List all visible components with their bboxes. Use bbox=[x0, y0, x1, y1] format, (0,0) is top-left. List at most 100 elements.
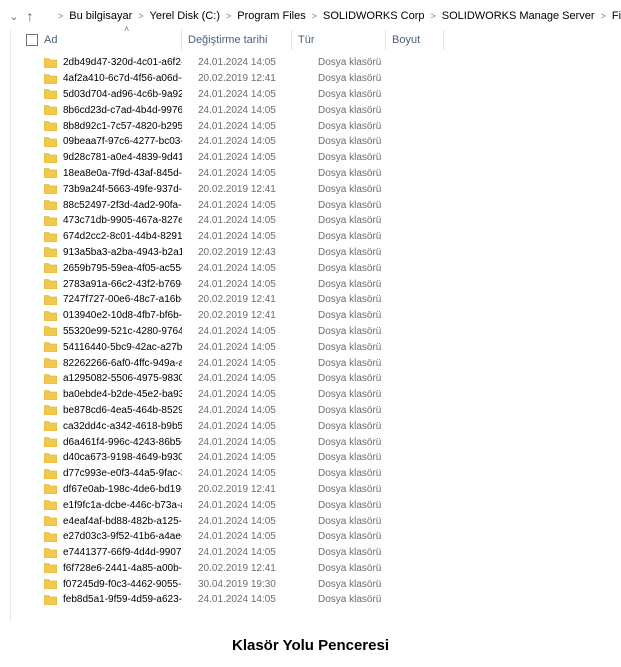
list-item[interactable]: e27d03c3-9f52-41b6-a4ae-c08ef0ee4e28 24.0… bbox=[14, 529, 514, 545]
list-item[interactable]: 5d03d704-ad96-4c6b-9a92-28609c09d... 24.0… bbox=[14, 87, 514, 103]
breadcrumb-item[interactable]: Fileserver bbox=[612, 10, 621, 22]
list-item[interactable]: ba0ebde4-b2de-45e2-ba93-9a5432fee... 24.0… bbox=[14, 387, 514, 403]
list-item[interactable]: 473c71db-9905-467a-827e-bf97168bc7... 24.… bbox=[14, 213, 514, 229]
list-item-type: Dosya klasörü bbox=[318, 468, 382, 480]
list-item-type: Dosya klasörü bbox=[318, 499, 382, 511]
breadcrumb-separator[interactable]: > bbox=[58, 11, 63, 21]
list-item-name: f07245d9-f0c3-4462-9055-3829fcbb19cf bbox=[14, 579, 182, 590]
folder-icon bbox=[44, 547, 57, 558]
caption: Klasör Yolu Penceresi bbox=[231, 637, 390, 654]
list-item-name-label: ca32dd4c-a342-4618-b9b5-e1bd3b51b... bbox=[63, 420, 182, 432]
list-item[interactable]: 55320e99-521c-4280-9764-9df977da20... 24.… bbox=[14, 324, 514, 340]
list-item-name: 2783a91a-66c2-43f2-b769-25d87898ae... bbox=[14, 279, 182, 290]
list-item-name: 8b6cd23d-c7ad-4b4d-9976-feee1f38a3... bbox=[14, 105, 182, 116]
folder-icon bbox=[44, 168, 57, 179]
list-item[interactable]: a1295082-5506-4975-9830-131b0b0afa... 24.… bbox=[14, 371, 514, 387]
breadcrumb-item[interactable]: Program Files bbox=[237, 10, 305, 22]
list-item-date: 24.01.2024 14:05 bbox=[198, 436, 276, 448]
breadcrumb-item[interactable]: SOLIDWORKS Manage Server bbox=[442, 10, 595, 22]
list-item[interactable]: d40ca673-9198-4649-b930-98eb51402... 24.0… bbox=[14, 450, 514, 466]
list-item-name-label: 2659b795-59ea-4f05-ac55-a4ebd8bfdfc2 bbox=[63, 262, 182, 274]
breadcrumb-separator[interactable]: > bbox=[601, 11, 606, 21]
list-item[interactable]: 2783a91a-66c2-43f2-b769-25d87898ae... 24.… bbox=[14, 276, 514, 292]
list-item-date: 24.01.2024 14:05 bbox=[198, 215, 276, 227]
list-item[interactable]: f6f728e6-2441-4a85-a00b-d83f67c7d84a 20.0… bbox=[14, 561, 514, 577]
list-item[interactable]: 2db49d47-320d-4c01-a6f2-95cc79f3a8... 24.… bbox=[14, 55, 514, 71]
breadcrumb-item[interactable]: Yerel Disk (C:) bbox=[150, 10, 221, 22]
list-item-date: 24.01.2024 14:05 bbox=[198, 547, 276, 559]
list-item[interactable]: 9d28c781-a0e4-4839-9d41-eda18ba10... 24.0… bbox=[14, 150, 514, 166]
breadcrumb-item[interactable]: SOLIDWORKS Corp bbox=[323, 10, 424, 22]
folder-icon bbox=[44, 247, 57, 258]
list-item[interactable]: d6a461f4-996c-4243-86b5-1f2363b608... 24.… bbox=[14, 434, 514, 450]
list-item-date: 24.01.2024 14:05 bbox=[198, 404, 276, 416]
folder-icon bbox=[44, 405, 57, 416]
list-item-type: Dosya klasörü bbox=[318, 562, 382, 574]
breadcrumb-separator[interactable]: > bbox=[312, 11, 317, 21]
list-item-type: Dosya klasörü bbox=[318, 262, 382, 274]
list-item-date: 24.01.2024 14:05 bbox=[198, 499, 276, 511]
sort-ascending-icon: ˄ bbox=[124, 24, 130, 34]
list-item[interactable]: be878cd6-4ea5-464b-8529-3191517c9... 24.0… bbox=[14, 403, 514, 419]
list-item-name: a1295082-5506-4975-9830-131b0b0afa... bbox=[14, 373, 182, 384]
list-item[interactable]: 8b6cd23d-c7ad-4b4d-9976-feee1f38a3... 24.… bbox=[14, 102, 514, 118]
list-item[interactable]: 674d2cc2-8c01-44b4-8291-d0e496a05... 24.0… bbox=[14, 229, 514, 245]
list-item-date: 24.01.2024 14:05 bbox=[198, 104, 276, 116]
list-item[interactable]: 73b9a24f-5663-49fe-937d-090a658c9607 20.0… bbox=[14, 181, 514, 197]
recent-locations-chevron-icon[interactable]: ⌄ bbox=[6, 4, 22, 28]
column-header-type[interactable]: Tür bbox=[292, 30, 386, 50]
list-item-date: 24.01.2024 14:05 bbox=[198, 468, 276, 480]
folder-icon bbox=[44, 516, 57, 526]
up-arrow-icon[interactable]: ↑ bbox=[22, 4, 38, 28]
list-item-date: 30.04.2019 19:30 bbox=[198, 578, 276, 590]
list-item[interactable]: df67e0ab-198c-4de6-bd19-55369bf72... 20.0… bbox=[14, 482, 514, 498]
list-item[interactable]: 2659b795-59ea-4f05-ac55-a4ebd8bfdfc2 24.0… bbox=[14, 260, 514, 276]
list-item-name-label: 8b8d92c1-7c57-4820-b295-60719bc54... bbox=[63, 120, 182, 132]
column-header-name[interactable]: Ad ˄ bbox=[14, 24, 182, 50]
list-item[interactable]: 09beaa7f-97c6-4277-bc03-be39914d1a... 24.… bbox=[14, 134, 514, 150]
folder-icon bbox=[44, 216, 57, 226]
column-header-date[interactable]: Değiştirme tarihi bbox=[182, 30, 292, 50]
list-item-name: 2659b795-59ea-4f05-ac55-a4ebd8bfdfc2 bbox=[14, 263, 182, 274]
list-item[interactable]: 8b8d92c1-7c57-4820-b295-60719bc54... 24.0… bbox=[14, 118, 514, 134]
list-item-name-label: 55320e99-521c-4280-9764-9df977da20... bbox=[63, 325, 182, 337]
list-item[interactable]: 4af2a410-6c7d-4f56-a06d-c4d98b7febc0 20.0… bbox=[14, 71, 514, 87]
folder-icon bbox=[44, 358, 57, 369]
list-item[interactable]: d77c993e-e0f3-44a5-9fac-360e3613deb8 24.0… bbox=[14, 466, 514, 482]
folder-icon bbox=[44, 500, 57, 511]
select-all-checkbox[interactable] bbox=[26, 34, 38, 46]
folder-icon bbox=[44, 152, 57, 163]
list-item-date: 24.01.2024 14:05 bbox=[198, 341, 276, 353]
list-item[interactable]: 18ea8e0a-7f9d-43af-845d-b2df6321cb49 24.0… bbox=[14, 166, 514, 182]
list-item-type: Dosya klasörü bbox=[318, 341, 382, 353]
list-item[interactable]: e1f9fc1a-dcbe-446c-b73a-ad6755dbc... 24.0… bbox=[14, 497, 514, 513]
list-item[interactable]: 82262266-6af0-4ffc-949a-a9f274b717e0 24.0… bbox=[14, 355, 514, 371]
breadcrumb-separator[interactable]: > bbox=[430, 11, 435, 21]
list-item-date: 24.01.2024 14:05 bbox=[198, 389, 276, 401]
list-item[interactable]: feb8d5a1-9f59-4d59-a623-20419faee410 24.0… bbox=[14, 592, 514, 608]
list-item[interactable]: 013940e2-10d8-4fb7-bf6b-db10bd4a4... 20.0… bbox=[14, 308, 514, 324]
folder-icon bbox=[44, 121, 57, 132]
list-item-name: e4eaf4af-bd88-482b-a125-a86b1a7434... bbox=[14, 516, 182, 527]
list-item[interactable]: 913a5ba3-a2ba-4943-b2a1-7644e92f9a... 20.… bbox=[14, 245, 514, 261]
folder-icon bbox=[44, 468, 57, 479]
list-item-date: 20.02.2019 12:43 bbox=[198, 246, 276, 258]
breadcrumb-separator[interactable]: > bbox=[138, 11, 143, 21]
list-item[interactable]: 54116440-5bc9-42ac-a27b-15b25202e... 24.0… bbox=[14, 339, 514, 355]
list-item-date: 24.01.2024 14:05 bbox=[198, 278, 276, 290]
column-header-size[interactable]: Boyut bbox=[386, 30, 444, 50]
list-item[interactable]: e4eaf4af-bd88-482b-a125-a86b1a7434... 24.… bbox=[14, 513, 514, 529]
list-item-name: 473c71db-9905-467a-827e-bf97168bc7... bbox=[14, 215, 182, 226]
list-item[interactable]: 88c52497-2f3d-4ad2-90fa-62adf2f1847e 24.0… bbox=[14, 197, 514, 213]
list-item[interactable]: e7441377-66f9-4d4d-9907-e46a9adc30af 24.0… bbox=[14, 545, 514, 561]
list-item[interactable]: 7247f727-00e6-48c7-a16b-b169f7a7a812 20.0… bbox=[14, 292, 514, 308]
list-item-name-label: 013940e2-10d8-4fb7-bf6b-db10bd4a4... bbox=[63, 310, 182, 322]
list-item[interactable]: f07245d9-f0c3-4462-9055-3829fcbb19cf 30.0… bbox=[14, 576, 514, 592]
breadcrumb-item[interactable]: Bu bilgisayar bbox=[69, 10, 132, 22]
breadcrumb-separator[interactable]: > bbox=[226, 11, 231, 21]
navigation-pane-divider[interactable] bbox=[10, 30, 11, 622]
list-item-date: 20.02.2019 12:41 bbox=[198, 483, 276, 495]
list-item[interactable]: ca32dd4c-a342-4618-b9b5-e1bd3b51b... 24.0… bbox=[14, 418, 514, 434]
list-item-type: Dosya klasörü bbox=[318, 325, 382, 337]
list-item-name-label: 2783a91a-66c2-43f2-b769-25d87898ae... bbox=[63, 278, 182, 290]
